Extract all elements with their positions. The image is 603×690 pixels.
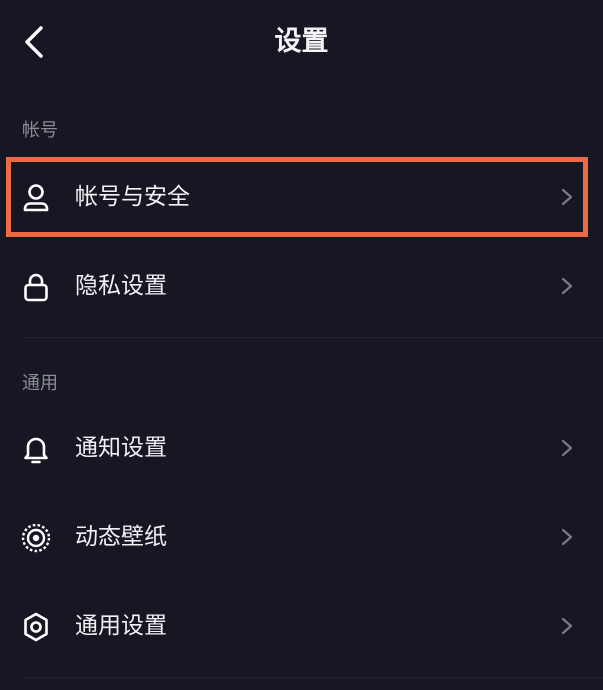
chevron-right-icon bbox=[561, 528, 573, 546]
chevron-right-icon bbox=[561, 439, 573, 457]
header-bar: 设置 bbox=[0, 0, 603, 84]
chevron-right-icon bbox=[561, 277, 573, 295]
settings-item-label: 通知设置 bbox=[75, 435, 167, 461]
settings-item-general[interactable]: 通用设置 bbox=[0, 591, 603, 661]
settings-item-label: 动态壁纸 bbox=[75, 524, 167, 550]
user-icon bbox=[23, 184, 49, 212]
section-divider bbox=[22, 677, 603, 678]
lock-icon bbox=[24, 273, 48, 302]
settings-item-live-wallpaper[interactable]: 动态壁纸 bbox=[0, 502, 603, 572]
settings-item-label: 通用设置 bbox=[75, 613, 167, 639]
section-label-general: 通用 bbox=[22, 373, 58, 394]
settings-item-notifications[interactable]: 通知设置 bbox=[0, 413, 603, 483]
page-title: 设置 bbox=[274, 26, 329, 57]
section-divider bbox=[22, 337, 603, 338]
live-wallpaper-icon bbox=[21, 523, 51, 553]
bell-icon bbox=[24, 437, 48, 464]
chevron-right-icon bbox=[561, 188, 573, 206]
gear-icon bbox=[24, 612, 48, 642]
settings-item-label: 帐号与安全 bbox=[75, 184, 190, 210]
settings-item-label: 隐私设置 bbox=[75, 273, 167, 299]
chevron-right-icon bbox=[561, 617, 573, 635]
settings-item-privacy[interactable]: 隐私设置 bbox=[0, 251, 603, 321]
settings-item-account-security[interactable]: 帐号与安全 bbox=[0, 162, 603, 232]
section-label-account: 帐号 bbox=[22, 120, 58, 141]
